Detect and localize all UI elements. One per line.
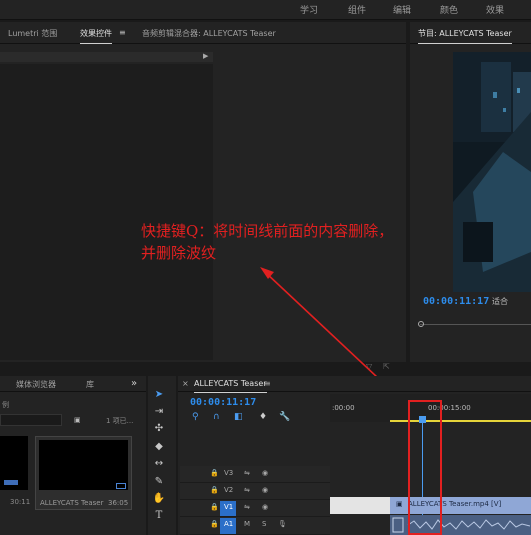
project-search-input[interactable]	[0, 414, 62, 426]
add-marker-icon[interactable]: ◧	[234, 412, 243, 422]
project-panel-tabs: 媒体浏览器 库 »	[0, 376, 146, 392]
microphone-icon[interactable]: 🎙	[278, 520, 287, 528]
mute-button[interactable]: M	[244, 520, 250, 528]
timeline-tabs: × ALLEYCATS Teaser ≡	[178, 376, 531, 393]
sync-icon[interactable]: ⇋	[244, 503, 250, 511]
timeline-timecode[interactable]: 00:00:11:17	[190, 397, 256, 408]
sequence-menu-icon[interactable]: ≡	[264, 379, 271, 388]
eye-icon[interactable]: ◉	[262, 486, 268, 494]
lock-icon[interactable]: 🔒	[210, 469, 219, 477]
thumb-duration: 30:11	[10, 498, 31, 506]
eye-icon[interactable]: ◉	[262, 503, 268, 511]
track-v3: 🔒 V3 ⇋ ◉	[180, 466, 330, 483]
track-v2: 🔒 V2 ⇋ ◉	[180, 483, 330, 500]
close-sequence-icon[interactable]: ×	[182, 379, 189, 388]
clip-thumbnail-card[interactable]: ALLEYCATS Teaser 36:05	[35, 436, 132, 510]
new-bin-icon[interactable]: ▣	[74, 416, 81, 424]
track-v1-label: V1	[224, 503, 234, 511]
razor-tool-icon[interactable]: ◆	[152, 440, 166, 454]
track-v2-label: V2	[224, 486, 234, 494]
snap-icon[interactable]: ⚲	[192, 412, 199, 422]
solo-button[interactable]: S	[262, 520, 266, 528]
lock-icon[interactable]: 🔒	[210, 503, 219, 511]
marker-icon[interactable]: ♦	[259, 412, 267, 422]
selection-tool-icon[interactable]: ➤	[152, 388, 166, 402]
fx-badge-icon: ▣	[396, 500, 403, 508]
track-select-tool-icon[interactable]: ⇥	[152, 405, 166, 419]
project-item-count: 1 项已...	[106, 417, 134, 425]
pen-tool-icon[interactable]: ✎	[152, 475, 166, 489]
track-v1: 🔒 V1 ⇋ ◉	[180, 500, 330, 517]
linked-selection-icon[interactable]: ∩	[213, 412, 220, 422]
media-badge-icon	[4, 480, 18, 485]
sequence-tab[interactable]: ALLEYCATS Teaser	[194, 379, 267, 393]
clip-duration: 36:05	[108, 499, 129, 507]
more-panels-icon[interactable]: »	[131, 378, 137, 389]
slip-tool-icon[interactable]: ↔	[152, 457, 166, 471]
highlight-box	[408, 400, 442, 535]
type-tool-icon[interactable]: T	[152, 509, 166, 523]
track-a1: 🔒 A1 M S 🎙	[180, 517, 330, 535]
track-v3-label: V3	[224, 469, 234, 477]
ripple-edit-tool-icon[interactable]: ✣	[152, 422, 166, 436]
ruler-start-label: :00:00	[332, 404, 355, 412]
sync-icon[interactable]: ⇋	[244, 469, 250, 477]
clip-empty-region[interactable]	[330, 497, 390, 514]
wrench-icon[interactable]: 🔧	[279, 412, 290, 422]
clip-name: ALLEYCATS Teaser	[40, 499, 104, 507]
sync-icon[interactable]: ⇋	[244, 486, 250, 494]
hand-tool-icon[interactable]: ✋	[152, 492, 166, 506]
project-panel: 媒体浏览器 库 » 例 ▣ 1 项已... 30:11 ALLEYCATS Te…	[0, 376, 146, 535]
lock-icon[interactable]: 🔒	[210, 520, 219, 528]
eye-icon[interactable]: ◉	[262, 469, 268, 477]
clip-thumbnail-image	[39, 440, 128, 490]
project-side-label: 例	[2, 401, 9, 409]
track-a1-label: A1	[224, 520, 234, 528]
lock-icon[interactable]: 🔒	[210, 486, 219, 494]
tab-media-browser[interactable]: 媒体浏览器	[16, 379, 56, 390]
tab-libraries[interactable]: 库	[86, 379, 94, 390]
sequence-icon	[116, 483, 126, 489]
